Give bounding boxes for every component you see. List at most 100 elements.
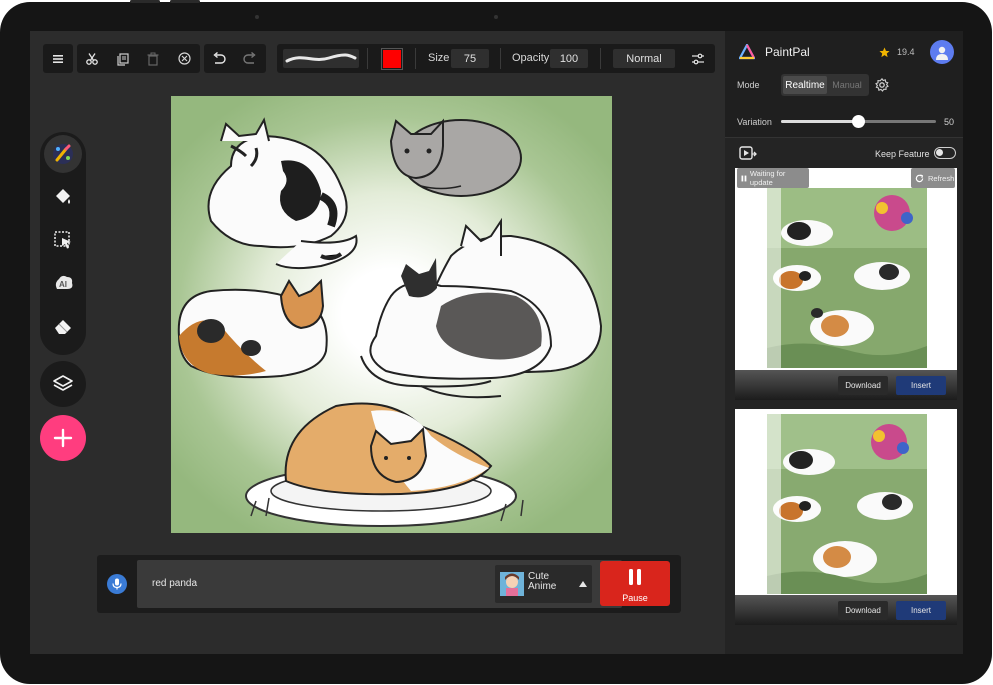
fill-bucket-icon (56, 189, 70, 204)
select-move-icon (54, 231, 71, 249)
result-image-1[interactable] (767, 188, 927, 368)
app-name: PaintPal (765, 45, 810, 59)
layers-button[interactable] (40, 361, 86, 407)
blend-mode-select[interactable]: Normal (613, 49, 675, 68)
divider (500, 48, 501, 69)
striped-cat-drawing (207, 117, 358, 270)
pause-label: Pause (622, 593, 648, 603)
insert-button[interactable]: Insert (896, 601, 946, 620)
variation-slider-knob[interactable] (852, 115, 865, 128)
delete-button[interactable] (138, 44, 168, 73)
size-label: Size (428, 52, 450, 64)
tool-palette: AI (40, 132, 86, 355)
divider (415, 48, 416, 69)
add-icon (53, 428, 73, 448)
redo-button[interactable] (235, 44, 265, 73)
result-image-2[interactable] (767, 414, 927, 594)
keep-feature-label: Keep Feature (875, 149, 930, 159)
status-text: Waiting for update (749, 169, 786, 187)
refresh-button[interactable]: Refresh (911, 168, 955, 188)
hardware-button (130, 0, 160, 3)
select-tool-button[interactable] (53, 230, 73, 250)
result-card-footer: Download Insert (735, 595, 957, 625)
transform-button[interactable] (169, 44, 199, 73)
variation-value: 50 (944, 117, 955, 127)
menu-icon (53, 54, 63, 63)
brush-preset-button[interactable] (283, 49, 359, 68)
credit-count: 19.4 (897, 47, 915, 57)
divider (725, 137, 963, 138)
grey-cat-drawing (389, 118, 522, 197)
undo-button[interactable] (204, 44, 234, 73)
gear-icon[interactable] (875, 78, 889, 92)
download-button[interactable]: Download (838, 376, 888, 395)
drawing-canvas[interactable] (171, 96, 612, 533)
keep-feature-toggle[interactable] (934, 147, 956, 159)
divider (367, 48, 368, 69)
opacity-label: Opacity (512, 52, 550, 64)
add-button[interactable] (40, 415, 86, 461)
hardware-button (170, 0, 200, 3)
paintpal-panel: PaintPal 19.4 Mode Realtime Manual Varia… (725, 31, 963, 654)
copy-icon (117, 52, 129, 66)
ai-tool-icon: AI (55, 275, 73, 289)
voice-input-button[interactable] (107, 574, 127, 594)
star-icon (879, 47, 890, 58)
variation-slider-fill (781, 120, 859, 123)
eraser-icon (55, 320, 71, 334)
generated-cats-painting (767, 188, 927, 368)
paint-tool-button[interactable] (44, 135, 82, 173)
divider (600, 48, 601, 69)
fill-tool-button[interactable] (53, 187, 73, 207)
menu-button[interactable] (43, 44, 73, 73)
scissors-icon (86, 52, 98, 65)
style-thumbnail-icon (500, 572, 524, 596)
cut-button[interactable] (77, 44, 107, 73)
refresh-icon (915, 173, 924, 182)
prompt-text: red panda (152, 578, 198, 589)
insert-button[interactable]: Insert (896, 376, 946, 395)
paintpal-logo-icon (739, 44, 755, 60)
variation-slider[interactable] (781, 115, 936, 128)
history-group (204, 44, 266, 73)
result-card-footer: Download Insert (735, 370, 957, 400)
opacity-input[interactable]: 100 (550, 49, 588, 68)
calico-cat-drawing (177, 278, 328, 379)
color-picker[interactable] (381, 48, 403, 70)
trash-icon (147, 52, 159, 66)
style-selector[interactable]: Cute Anime (495, 565, 592, 603)
brush-stroke-icon (285, 53, 357, 63)
pause-button[interactable]: Pause (600, 561, 670, 606)
brush-settings-group: Size 75 Opacity 100 Normal (277, 44, 715, 73)
caret-up-icon (579, 581, 587, 587)
microphone-icon (112, 578, 122, 590)
download-button[interactable]: Download (838, 601, 888, 620)
size-input[interactable]: 75 (451, 49, 489, 68)
avatar[interactable] (930, 40, 954, 64)
cat-sketch-artwork (177, 117, 603, 527)
variation-label: Variation (737, 117, 772, 127)
svg-text:AI: AI (59, 280, 67, 289)
mode-realtime-option[interactable]: Realtime (783, 76, 827, 94)
status-badge: Waiting for update (737, 168, 809, 188)
user-avatar-icon (936, 46, 948, 60)
result-card-1: Waiting for update Refresh Download Inse… (735, 168, 957, 400)
sliders-icon (692, 53, 704, 64)
refresh-label: Refresh (928, 173, 955, 183)
edit-tools-group (77, 44, 200, 73)
mode-toggle: Realtime Manual (781, 74, 869, 96)
menu-group (43, 44, 73, 73)
camera-dot (494, 15, 498, 19)
prompt-input[interactable]: red panda Cute Anime (137, 560, 622, 608)
copy-button[interactable] (108, 44, 138, 73)
redo-icon (243, 51, 256, 64)
mode-label: Mode (737, 80, 760, 90)
brush-settings-button[interactable] (683, 44, 713, 73)
mode-manual-option[interactable]: Manual (827, 76, 867, 94)
video-export-icon[interactable] (739, 145, 757, 161)
ai-tool-button[interactable]: AI (53, 273, 73, 293)
paint-brush-tool-icon (53, 144, 73, 164)
prompt-bar: red panda Cute Anime Pause (97, 555, 681, 613)
eraser-tool-button[interactable] (53, 316, 73, 336)
pause-icon (629, 569, 641, 585)
